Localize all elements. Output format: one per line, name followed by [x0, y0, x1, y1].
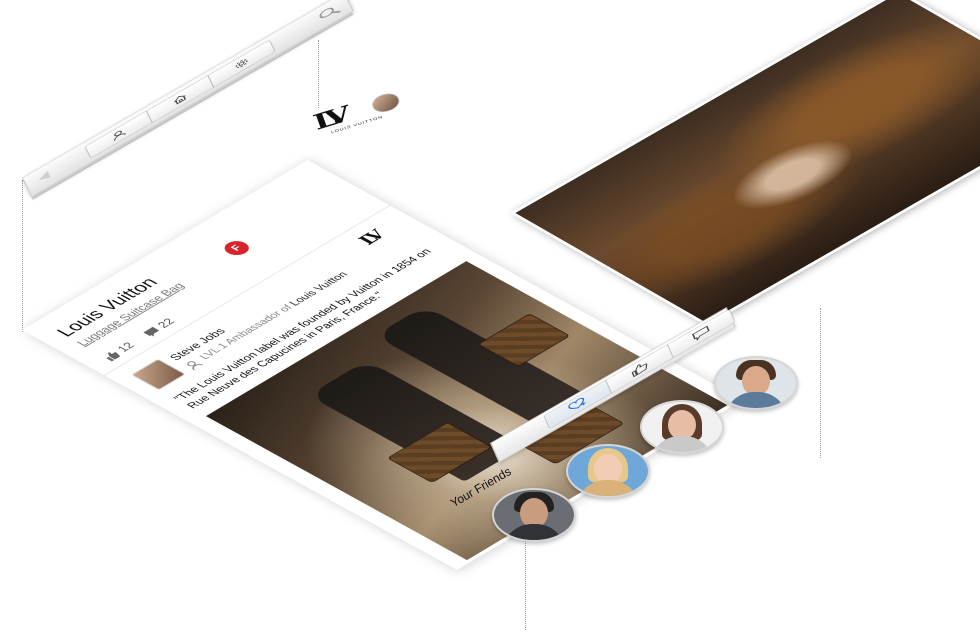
ambassador-icon [187, 361, 204, 371]
foursquare-icon[interactable]: F [219, 238, 254, 258]
lv-mini-logo: LV [354, 228, 389, 248]
friend-avatar[interactable] [492, 488, 576, 542]
thumbs-up-icon [105, 352, 120, 362]
like-count-value: 12 [114, 340, 138, 354]
back-arrow-icon[interactable] [37, 171, 51, 184]
author-avatar[interactable] [131, 358, 186, 391]
friend-avatar[interactable] [714, 356, 798, 410]
brand-header: LV LOUIS VUITTON [306, 82, 415, 145]
comment-icon [692, 325, 710, 341]
gear-icon [235, 59, 248, 68]
hero-photo[interactable] [510, 0, 980, 326]
guide-line [22, 180, 23, 332]
heart-add-icon [568, 397, 586, 410]
dislike-count-value: 22 [154, 316, 178, 330]
fashion-photo [510, 0, 980, 326]
friend-avatar[interactable] [640, 400, 724, 454]
friend-avatar[interactable] [566, 444, 650, 498]
guide-line [820, 308, 821, 458]
avatar[interactable] [369, 90, 402, 116]
comment-bubble-icon [142, 326, 159, 337]
user-icon [113, 130, 127, 141]
like-icon [631, 363, 648, 378]
isometric-scene: LV LOUIS VUITTON Louis Vuitton Luggage S… [0, 0, 980, 641]
home-icon [174, 95, 187, 105]
